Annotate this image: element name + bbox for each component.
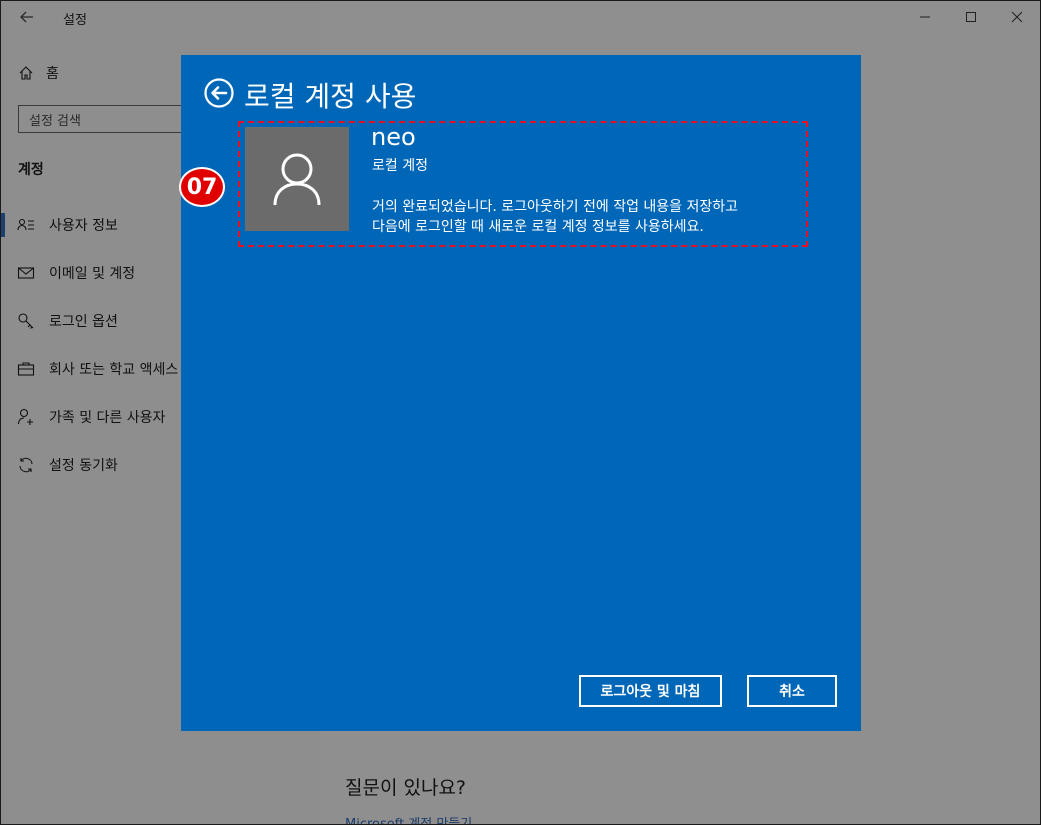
back-arrow-icon[interactable]	[17, 7, 37, 27]
help-link[interactable]: Microsoft 계정 만들기	[345, 813, 472, 824]
briefcase-icon	[17, 362, 35, 376]
sidebar-item-sync[interactable]: 설정 동기화	[17, 455, 118, 475]
key-icon	[18, 313, 34, 329]
home-icon	[19, 66, 33, 80]
account-message: 거의 완료되었습니다. 로그아웃하기 전에 작업 내용을 저장하고 다음에 로그…	[372, 197, 812, 237]
sidebar-item-work-school[interactable]: 회사 또는 학교 액세스	[17, 359, 178, 379]
sidebar-item-label: 가족 및 다른 사용자	[49, 410, 166, 426]
title-bar: 설정	[1, 1, 321, 33]
window-controls	[902, 1, 1040, 33]
account-name: neo	[371, 123, 416, 151]
message-line-2: 다음에 로그인할 때 새로운 로컬 계정 정보를 사용하세요.	[372, 219, 704, 235]
nav-home[interactable]: 홈	[18, 63, 59, 83]
person-list-icon	[17, 218, 34, 231]
settings-window: 설정 홈 설정 검색 계정 사용자 정보 이메일 및 계정 로그인 옵션 회사 …	[0, 0, 1041, 825]
sidebar-item-family[interactable]: 가족 및 다른 사용자	[17, 407, 165, 427]
close-icon[interactable]	[994, 1, 1040, 33]
app-title: 설정	[63, 13, 87, 28]
sidebar-item-label: 회사 또는 학교 액세스	[49, 362, 179, 378]
person-add-icon	[17, 408, 33, 425]
dialog-title: 로컬 계정 사용	[244, 80, 417, 113]
signout-finish-button[interactable]: 로그아웃 및 마침	[579, 675, 722, 707]
local-account-dialog: 로컬 계정 사용 07 neo 로컬 계정 거의 완료되었습니다. 로그아웃하기…	[179, 55, 861, 731]
maximize-icon[interactable]	[948, 1, 994, 33]
help-question: 질문이 있나요?	[345, 777, 467, 799]
avatar	[245, 127, 349, 231]
message-line-1: 거의 완료되었습니다. 로그아웃하기 전에 작업 내용을 저장하고	[372, 199, 739, 215]
sidebar-item-signin-options[interactable]: 로그인 옵션	[17, 311, 118, 331]
mail-icon	[17, 267, 35, 279]
section-title: 계정	[18, 162, 44, 178]
sync-icon	[19, 457, 33, 473]
search-placeholder: 설정 검색	[29, 114, 81, 129]
active-indicator	[1, 213, 5, 237]
sidebar-item-label: 설정 동기화	[49, 458, 118, 474]
sidebar-item-user-info[interactable]: 사용자 정보	[17, 215, 118, 235]
back-circle-icon[interactable]	[204, 78, 234, 108]
account-type: 로컬 계정	[372, 158, 428, 174]
user-icon	[273, 153, 321, 206]
step-badge: 07	[179, 167, 225, 207]
sidebar-item-label: 사용자 정보	[49, 218, 118, 234]
sidebar-item-label: 로그인 옵션	[49, 314, 118, 330]
sidebar-item-label: 이메일 및 계정	[49, 266, 136, 282]
nav-home-label: 홈	[46, 66, 59, 82]
minimize-icon[interactable]	[902, 1, 948, 33]
sidebar-item-email[interactable]: 이메일 및 계정	[17, 263, 135, 283]
cancel-button[interactable]: 취소	[747, 675, 837, 707]
